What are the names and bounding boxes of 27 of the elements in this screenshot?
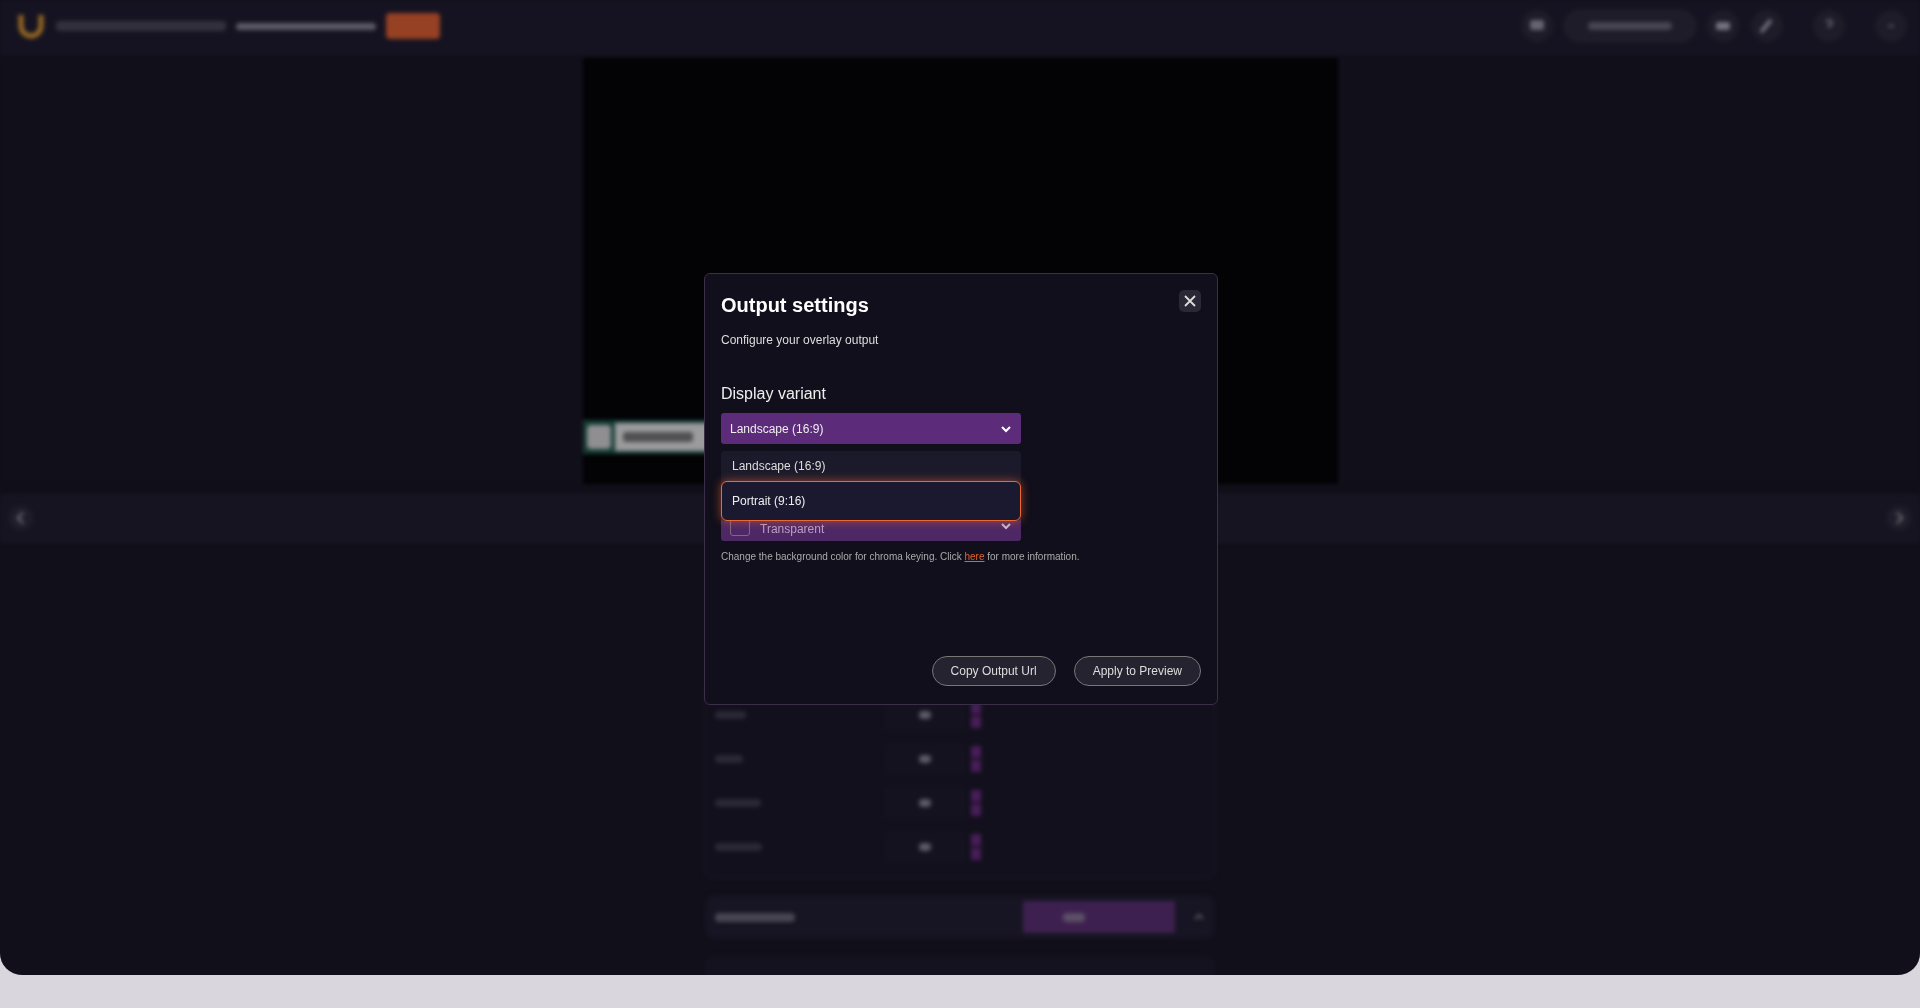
stepper-icon[interactable] <box>971 790 981 816</box>
help-link[interactable]: here <box>964 551 985 562</box>
display-variant-select[interactable]: Landscape (16:9) <box>721 413 1021 444</box>
dropdown-option[interactable]: Landscape (16:9) <box>721 451 1021 481</box>
background-value: Transparent <box>760 521 826 536</box>
dialog-title: Output settings <box>721 294 869 317</box>
dialog-button[interactable]: Apply to Preview <box>1073 656 1201 686</box>
chevron-right-icon[interactable] <box>1886 505 1912 532</box>
camera-icon[interactable] <box>1706 9 1740 44</box>
field-label: Display variant <box>721 385 827 403</box>
stepper-icon[interactable] <box>971 746 981 772</box>
dialog-button[interactable]: Copy Output Url <box>931 656 1056 686</box>
help-text: Change the background color for chroma keying. Click here for more information. <box>721 551 1081 562</box>
dropdown-option[interactable]: Portrait (9:16) <box>721 481 1021 521</box>
signup-button[interactable] <box>386 13 440 40</box>
blurred-label-bar <box>715 843 762 851</box>
dialog-subtitle: Configure your overlay output <box>721 333 880 347</box>
chevron-left-icon[interactable] <box>8 505 34 532</box>
pencil-icon[interactable] <box>1750 9 1784 44</box>
blurred-label-bar <box>715 711 746 719</box>
monitor-icon[interactable] <box>1520 9 1554 44</box>
blurred-label-bar <box>715 755 743 763</box>
close-button[interactable] <box>1179 290 1201 312</box>
close-icon <box>1183 294 1197 308</box>
stepper-icon[interactable] <box>971 834 981 860</box>
layout-select[interactable] <box>1023 901 1175 933</box>
blurred-label-bar <box>715 799 761 807</box>
